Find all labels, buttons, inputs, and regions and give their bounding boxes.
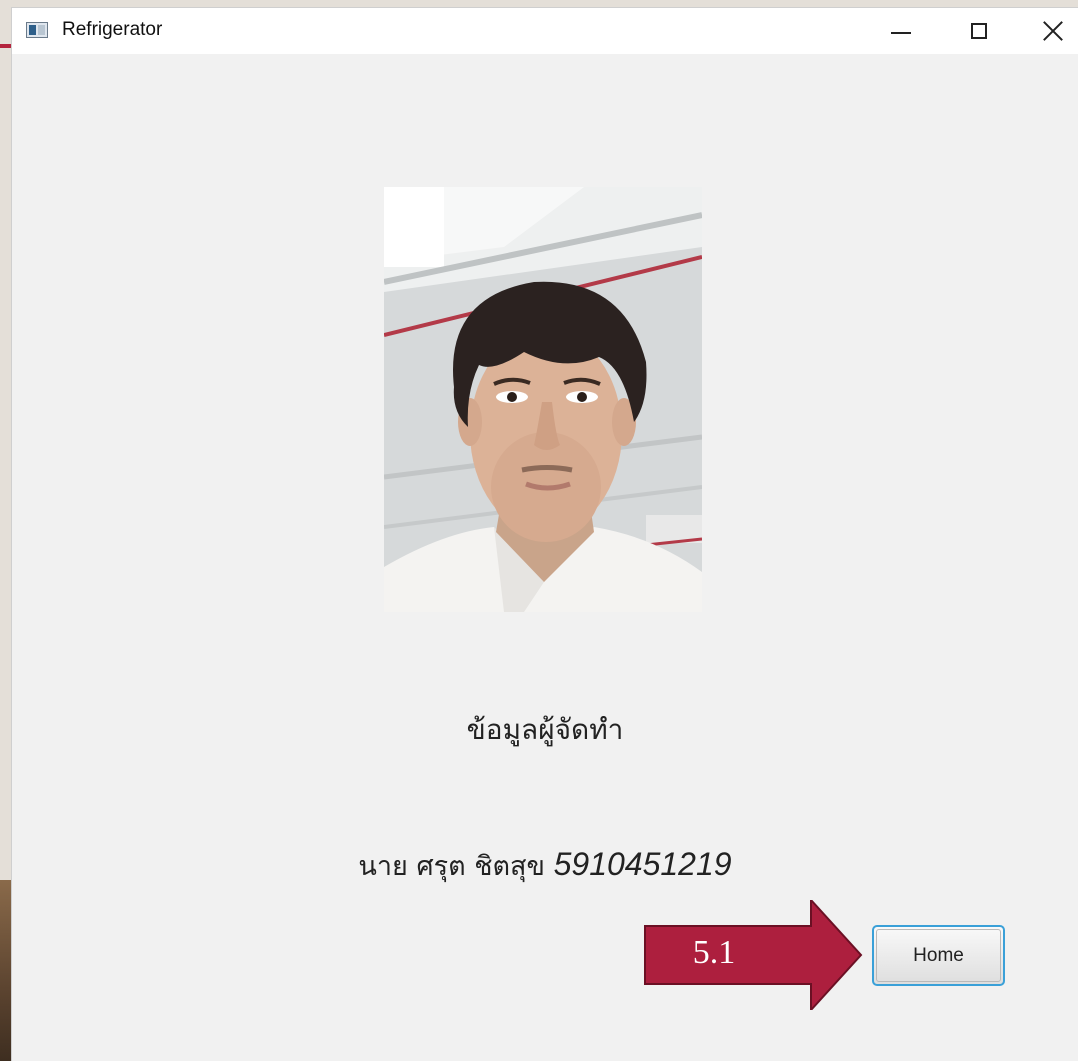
profile-photo <box>384 187 702 612</box>
window-title: Refrigerator <box>62 19 163 40</box>
minimize-icon <box>891 32 911 34</box>
minimize-button[interactable] <box>866 8 936 54</box>
page-heading: ข้อมูลผู้จัดทำ <box>466 713 624 746</box>
app-window: Refrigerator ข้อมูลผู้จัดทำ นาย ศรุต ชิต… <box>12 8 1078 1061</box>
title-bar[interactable]: Refrigerator <box>12 8 1078 54</box>
close-button[interactable] <box>1018 8 1078 54</box>
author-info: นาย ศรุต ชิตสุข 5910451219 <box>12 844 1078 887</box>
author-name: นาย ศรุต ชิตสุข <box>358 851 545 882</box>
maximize-button[interactable] <box>944 8 1014 54</box>
home-button[interactable]: Home <box>872 925 1005 986</box>
maximize-icon <box>971 23 987 39</box>
student-id: 5910451219 <box>553 846 732 882</box>
close-icon <box>1042 20 1064 42</box>
app-window-icon[interactable] <box>26 22 48 38</box>
annotation-label: 5.1 <box>692 934 736 971</box>
